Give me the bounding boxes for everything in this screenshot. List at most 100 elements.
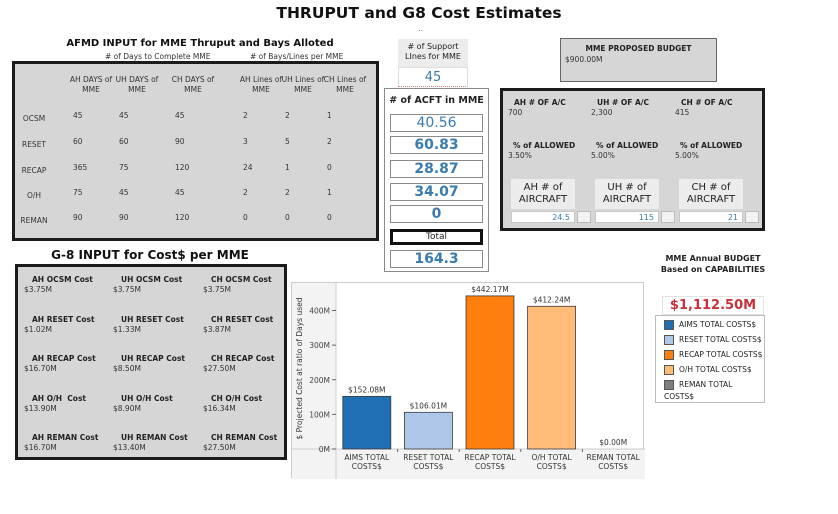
afmd-cell[interactable]: 2 <box>285 111 290 120</box>
afmd-cell[interactable]: 1 <box>327 111 332 120</box>
support-lines-input[interactable]: 45 <box>398 67 468 87</box>
acft-value: 28.87 <box>390 160 483 178</box>
legend-label: AIMS TOTAL COSTS$ <box>679 320 757 329</box>
aircraft-count-input[interactable]: 21 <box>679 211 743 223</box>
legend-swatch <box>664 350 674 360</box>
afmd-cell[interactable]: 2 <box>243 188 248 197</box>
legend-label: O/H TOTAL COSTS$ <box>679 365 752 374</box>
aircraft-count-input[interactable]: 115 <box>595 211 659 223</box>
g8-title: G-8 INPUT for Cost$ per MME <box>51 248 249 262</box>
legend-swatch <box>664 335 674 345</box>
legend-item[interactable]: RECAP TOTAL COSTS$ <box>664 349 762 362</box>
afmd-cell[interactable]: 90 <box>73 213 83 222</box>
g8-cost-value: $3.75M <box>113 285 141 294</box>
legend-item[interactable]: AIMS TOTAL COSTS$ <box>664 319 756 332</box>
g8-cost-label: AH RECAP Cost <box>32 354 96 363</box>
aircraft-panel: AH # OF A/C 700 UH # OF A/C 2,300 CH # OF A/… <box>500 88 765 231</box>
aircraft-count-value: 700 <box>508 108 523 117</box>
acft-value: 34.07 <box>390 183 483 201</box>
page-title: THRUPUT and G8 Cost Estimates <box>276 4 562 22</box>
afmd-cell[interactable]: 120 <box>175 213 189 222</box>
aircraft-count-input[interactable]: 24.5 <box>511 211 575 223</box>
afmd-cell[interactable]: 45 <box>119 111 129 120</box>
y-tick-label: 200M <box>309 376 330 385</box>
bar <box>465 295 515 450</box>
g8-cost-value: $3.75M <box>24 285 52 294</box>
stepper-button[interactable] <box>577 211 591 223</box>
bar <box>342 395 392 450</box>
afmd-cell[interactable]: 75 <box>119 163 129 172</box>
afmd-cell[interactable]: 75 <box>73 188 83 197</box>
afmd-row-label: O/H <box>26 191 42 200</box>
data-label: $106.01M <box>410 401 448 410</box>
g8-cost-value: $1.33M <box>113 325 141 334</box>
afmd-cell[interactable]: 1 <box>285 163 290 172</box>
g8-cost-label: CH O/H Cost <box>211 394 263 403</box>
legend-item[interactable]: REMAN TOTAL COSTS$ <box>664 379 764 401</box>
afmd-cell[interactable]: 2 <box>285 188 290 197</box>
g8-cost-label: CH RECAP Cost <box>211 354 275 363</box>
afmd-cell[interactable]: 2 <box>243 111 248 120</box>
aircraft-count-value: 2,300 <box>591 108 613 117</box>
afmd-cell[interactable]: 0 <box>243 213 248 222</box>
g8-cost-value: $8.90M <box>113 404 141 413</box>
afmd-cell[interactable]: 2 <box>327 137 332 146</box>
afmd-row-label: RESET <box>21 140 47 149</box>
x-tick-label: COSTS$ <box>537 462 567 471</box>
afmd-cell[interactable]: 90 <box>175 137 185 146</box>
y-tick-label: 400M <box>309 307 330 316</box>
x-tick-label: AIMS TOTAL <box>344 453 390 462</box>
g8-cost-value: $8.50M <box>113 364 141 373</box>
afmd-cell[interactable]: 3 <box>243 137 248 146</box>
legend-label: RECAP TOTAL COSTS$ <box>679 350 763 359</box>
g8-cost-label: UH RECAP Cost <box>121 354 185 363</box>
legend-item[interactable]: RESET TOTAL COSTS$ <box>664 334 762 347</box>
acft-total-label: Total <box>390 229 483 245</box>
legend-item[interactable]: O/H TOTAL COSTS$ <box>664 364 752 377</box>
g8-cost-label: CH OCSM Cost <box>211 275 272 284</box>
g8-cost-label: CH RESET Cost <box>211 315 274 324</box>
afmd-cell[interactable]: 365 <box>73 163 87 172</box>
afmd-cell[interactable]: 120 <box>175 163 189 172</box>
x-tick-label: COSTS$ <box>413 462 443 471</box>
afmd-cell[interactable]: 45 <box>119 188 129 197</box>
afmd-column-header: AH DAYS of MME <box>69 75 113 94</box>
afmd-cell[interactable]: 45 <box>175 188 185 197</box>
afmd-title: AFMD INPUT for MME Thruput and Bays Allo… <box>66 38 334 49</box>
afmd-cell[interactable]: 0 <box>327 213 332 222</box>
afmd-cell[interactable]: 45 <box>175 111 185 120</box>
afmd-cell[interactable]: 5 <box>285 137 290 146</box>
aircraft-count-value: 415 <box>675 108 690 117</box>
x-tick-label: O/H TOTAL <box>531 453 572 462</box>
g8-cost-value: $16.34M <box>203 404 236 413</box>
bar <box>527 305 577 450</box>
g8-cost-label: AH O/H Cost <box>32 394 87 403</box>
legend-label: RESET TOTAL COSTS$ <box>679 335 762 344</box>
data-label: $412.24M <box>533 295 571 304</box>
afmd-column-header: CH DAYS of MME <box>171 75 215 94</box>
legend-swatch <box>664 320 674 330</box>
stepper-button[interactable] <box>661 211 675 223</box>
aircraft-count-label: AH # OF A/C <box>514 98 566 107</box>
afmd-cell[interactable]: 0 <box>327 163 332 172</box>
data-label: $0.00M <box>599 438 627 447</box>
afmd-cell[interactable]: 0 <box>285 213 290 222</box>
g8-cost-label: UH REMAN Cost <box>121 433 188 442</box>
g8-cost-value: $3.87M <box>203 325 231 334</box>
percent-allowed-value: 3.50% <box>508 151 532 160</box>
afmd-cell[interactable]: 24 <box>243 163 253 172</box>
afmd-cell[interactable]: 60 <box>73 137 83 146</box>
aircraft-count-label: CH # OF A/C <box>681 98 733 107</box>
g8-cost-value: $16.70M <box>24 443 57 452</box>
g8-cost-label: UH O/H Cost <box>121 394 173 403</box>
stepper-button[interactable] <box>745 211 759 223</box>
g8-cost-value: $13.40M <box>113 443 146 452</box>
afmd-row-label: REMAN <box>20 216 48 225</box>
afmd-cell[interactable]: 90 <box>119 213 129 222</box>
afmd-cell[interactable]: 60 <box>119 137 129 146</box>
g8-cost-value: $27.50M <box>203 364 236 373</box>
afmd-cell[interactable]: 1 <box>327 188 332 197</box>
chart-legend: AIMS TOTAL COSTS$ RESET TOTAL COSTS$ RECAP… <box>655 315 765 403</box>
afmd-cell[interactable]: 45 <box>73 111 83 120</box>
proposed-budget-value: $900.00M <box>565 55 603 64</box>
